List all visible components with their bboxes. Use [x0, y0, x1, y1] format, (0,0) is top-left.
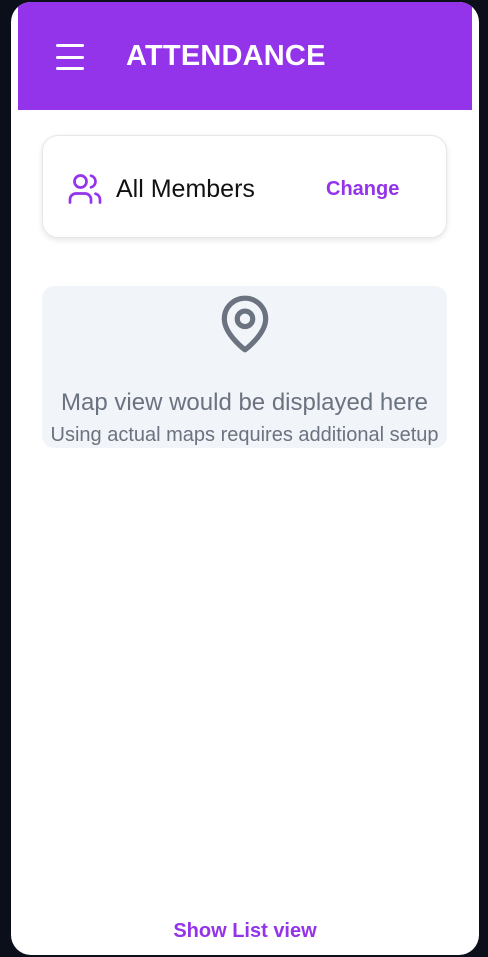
page-title: ATTENDANCE — [126, 40, 326, 72]
change-members-button[interactable]: Change — [326, 178, 399, 201]
map-placeholder-subtitle: Using actual maps requires additional se… — [50, 424, 439, 446]
app-screen: ATTENDANCE All Members Change Map view w… — [11, 2, 479, 955]
map-pin-icon — [221, 295, 269, 353]
hamburger-menu-icon[interactable] — [56, 44, 86, 70]
menu-line — [56, 55, 84, 59]
map-placeholder-title: Map view would be displayed here — [61, 389, 428, 416]
member-filter-label: All Members — [116, 175, 255, 203]
member-filter-card: All Members Change — [42, 135, 447, 238]
menu-line — [56, 67, 84, 70]
users-icon — [68, 174, 102, 204]
show-list-view-button[interactable]: Show List view — [11, 920, 479, 943]
app-header: ATTENDANCE — [18, 2, 472, 110]
map-placeholder: Map view would be displayed here Using a… — [42, 286, 447, 448]
menu-line — [56, 44, 84, 47]
